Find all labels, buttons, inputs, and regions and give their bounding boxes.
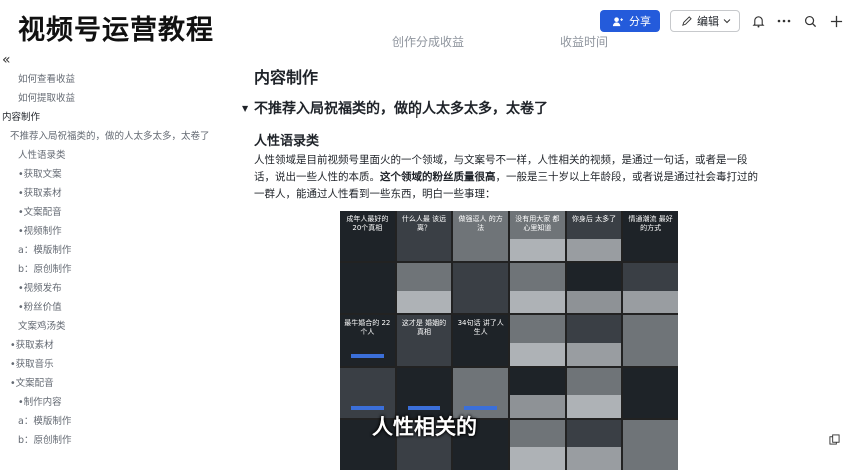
- copy-icon[interactable]: [829, 434, 840, 448]
- collage-tile: [623, 263, 678, 314]
- sidebar-item-active[interactable]: 内容制作: [0, 108, 210, 127]
- body-paragraph: 人性领域是目前视频号里面火的一个领域，与文案号不一样，人性相关的视频，是通过一句…: [254, 152, 764, 203]
- collage-tile: [566, 263, 622, 314]
- page-big-title: 视频号运营教程: [18, 15, 214, 46]
- outline-sidebar: 如何查看收益 如何提取收益 内容制作 不推荐入局祝福类的，做的人太多太多，太卷了…: [0, 70, 210, 450]
- section-heading-content-production: 内容制作: [254, 68, 319, 87]
- sidebar-item[interactable]: 文案鸡汤类: [0, 317, 210, 336]
- sidebar-item[interactable]: 不推荐入局祝福类的，做的人太多太多，太卷了: [0, 127, 210, 146]
- sidebar-item[interactable]: 如何查看收益: [0, 70, 210, 89]
- collage-tile: [510, 419, 565, 470]
- subheading-not-recommended: 不推荐入局祝福类的，做的人太多太多，太卷了: [254, 101, 548, 117]
- bell-icon[interactable]: [750, 13, 766, 29]
- edit-button[interactable]: 编辑: [670, 10, 740, 32]
- collage-tile: 这才是 婚姻的真相: [396, 315, 452, 366]
- sidebar-item[interactable]: •制作内容: [0, 393, 210, 412]
- para-bold-text: 这个领域的粉丝质量很高: [380, 171, 496, 183]
- collage-tile: [510, 367, 565, 418]
- search-icon[interactable]: [802, 13, 818, 29]
- collage-tile: [453, 263, 508, 314]
- plus-icon[interactable]: [828, 13, 844, 29]
- chevron-down-icon: [722, 13, 732, 29]
- sidebar-item[interactable]: •获取音乐: [0, 355, 210, 374]
- collage-tile: 你身后 太多了: [566, 211, 622, 262]
- sidebar-item[interactable]: •视频发布: [0, 279, 210, 298]
- faded-heading-right: 收益时间: [560, 35, 609, 49]
- collapse-sidebar-icon[interactable]: «: [2, 52, 11, 68]
- top-toolbar: 分享 编辑: [600, 10, 844, 32]
- tile-caption: 没有用大家 都心里知道: [515, 215, 560, 232]
- collage-tile: 什么人最 该远离？: [396, 211, 452, 262]
- share-label: 分享: [629, 15, 651, 28]
- collage-tile: [566, 315, 622, 366]
- collage-tile: [566, 367, 622, 418]
- sidebar-item[interactable]: b：原创制作: [0, 260, 210, 279]
- collage-tile: [340, 263, 395, 314]
- text-cursor-icon: I: [415, 107, 419, 121]
- collapse-arrow-icon[interactable]: ▼: [242, 104, 254, 113]
- sidebar-item[interactable]: •粉丝价值: [0, 298, 210, 317]
- collage-tile: [623, 419, 678, 470]
- tile-caption: 34句话 讲了人生人: [457, 319, 504, 337]
- sidebar-item[interactable]: 如何提取收益: [0, 89, 210, 108]
- collage-overlay-caption: 人性相关的: [372, 415, 477, 439]
- sidebar-item[interactable]: b：原创制作: [0, 431, 210, 450]
- sidebar-item[interactable]: •获取文案: [0, 165, 210, 184]
- tile-caption: 这才是 婚姻的真相: [401, 319, 447, 337]
- sidebar-item[interactable]: a：模版制作: [0, 241, 210, 260]
- tile-caption: 成年人最好的 20个真相: [346, 215, 389, 232]
- sidebar-item[interactable]: •获取素材: [0, 184, 210, 203]
- collage-tile: [566, 419, 622, 470]
- sidebar-item[interactable]: •文案配音: [0, 374, 210, 393]
- sidebar-item[interactable]: •视频制作: [0, 222, 210, 241]
- tile-caption: 情通潮流 最好的方式: [628, 215, 673, 232]
- sidebar-item[interactable]: 人性语录类: [0, 146, 210, 165]
- tile-caption: 你身后 太多了: [571, 215, 617, 223]
- edit-icon: [678, 13, 694, 29]
- sidebar-item[interactable]: •文案配音: [0, 203, 210, 222]
- subheading-human-nature: 人性语录类: [254, 134, 320, 149]
- more-icon[interactable]: [776, 13, 792, 29]
- tile-caption: 最牛婚合的 22个人: [344, 319, 391, 337]
- collage-tile: 成年人最好的 20个真相: [340, 211, 395, 262]
- collage-tile: [510, 263, 565, 314]
- edit-label: 编辑: [697, 15, 719, 28]
- collage-tile: [396, 263, 452, 314]
- sidebar-item[interactable]: •获取素材: [0, 336, 210, 355]
- collage-tile: 做强逗人 的方法: [453, 211, 508, 262]
- collage-tile: [623, 367, 678, 418]
- tile-caption: 做强逗人 的方法: [458, 215, 503, 232]
- faded-heading-left: 创作分成收益: [392, 35, 465, 49]
- collage-tile: [510, 315, 565, 366]
- collage-tile: 情通潮流 最好的方式: [623, 211, 678, 262]
- tile-caption: 什么人最 该远离？: [401, 215, 447, 232]
- user-plus-icon: [609, 13, 625, 29]
- collage-tile: 最牛婚合的 22个人: [340, 315, 395, 366]
- sidebar-item[interactable]: a：模版制作: [0, 412, 210, 431]
- share-button[interactable]: 分享: [600, 10, 660, 32]
- collage-tile: 没有用大家 都心里知道: [510, 211, 565, 262]
- collage-tile: [623, 315, 678, 366]
- collage-tile: 34句话 讲了人生人: [453, 315, 508, 366]
- subheading-row: ▼ 不推荐入局祝福类的，做的人太多太多，太卷了: [242, 98, 548, 118]
